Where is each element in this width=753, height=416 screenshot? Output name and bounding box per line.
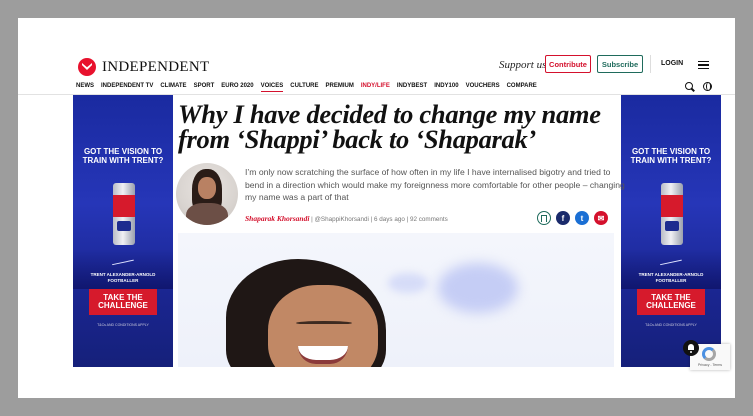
ad-headline: GOT THE VISION TO TRAIN WITH TRENT? (630, 147, 712, 165)
search-icon[interactable] (685, 82, 693, 90)
nav-item-culture[interactable]: CULTURE (290, 83, 318, 92)
nav-item-voices[interactable]: VOICES (260, 83, 284, 92)
contribute-button[interactable]: Contribute (545, 55, 591, 73)
nav-item-indy100[interactable]: INDY100 (434, 83, 458, 92)
eagle-logo-icon (78, 58, 96, 76)
ad-can-image (113, 183, 135, 245)
hero-background-shape (388, 273, 428, 293)
author-avatar[interactable] (176, 163, 238, 225)
menu-icon[interactable] (698, 61, 709, 69)
byline-meta: | @ShappiKhorsandi | 6 days ago | 92 com… (309, 216, 448, 223)
hero-image (178, 233, 614, 367)
support-us-text: Support us (499, 59, 547, 71)
main-nav: NEWS INDEPENDENT TV CLIMATE SPORT EURO 2… (76, 83, 537, 92)
recaptcha-icon (702, 347, 716, 361)
logo-text: INDEPENDENT (102, 58, 210, 75)
facebook-icon[interactable]: f (556, 211, 570, 225)
ad-right[interactable]: GOT THE VISION TO TRAIN WITH TRENT? TREN… (621, 95, 721, 367)
nav-item-indybest[interactable]: INDYBEST (397, 83, 427, 92)
ad-player-name: TRENT ALEXANDER-ARNOLD FOOTBALLER (90, 272, 156, 283)
header-divider (650, 55, 651, 73)
nav-item-compare[interactable]: COMPARE (507, 83, 537, 92)
ad-headline: GOT THE VISION TO TRAIN WITH TRENT? (82, 147, 164, 165)
ad-cta-button[interactable]: TAKE THE CHALLENGE (637, 289, 705, 315)
notification-bell-icon[interactable] (683, 340, 699, 356)
hero-background-shape (438, 263, 518, 313)
author-link[interactable]: Shaparak Khorsandi (245, 214, 309, 223)
subscribe-button[interactable]: Subscribe (597, 55, 643, 73)
byline: Shaparak Khorsandi | @ShappiKhorsandi | … (245, 214, 448, 223)
recaptcha-text: Privacy - Terms (697, 363, 723, 367)
email-icon[interactable]: ✉ (594, 211, 608, 225)
globe-icon[interactable] (703, 82, 712, 91)
article-headline: Why I have decided to change my name fro… (178, 99, 601, 154)
article-standfirst: I’m only now scratching the surface of h… (245, 167, 625, 202)
logo[interactable]: INDEPENDENT (78, 58, 209, 76)
avatar-body (186, 203, 228, 225)
twitter-icon[interactable]: t (575, 211, 589, 225)
ad-can-image (661, 183, 683, 245)
nav-item-independent-tv[interactable]: INDEPENDENT TV (101, 83, 153, 92)
nav-item-news[interactable]: NEWS (76, 83, 94, 92)
nav-item-premium[interactable]: PREMIUM (326, 83, 354, 92)
ad-terms: T&Cs AND CONDITIONS APPLY (97, 323, 149, 327)
ad-terms: T&Cs AND CONDITIONS APPLY (645, 323, 697, 327)
nav-item-climate[interactable]: CLIMATE (160, 83, 186, 92)
nav-item-vouchers[interactable]: VOUCHERS (466, 83, 500, 92)
ad-cta-button[interactable]: TAKE THE CHALLENGE (89, 289, 157, 315)
ad-left[interactable]: GOT THE VISION TO TRAIN WITH TRENT? TREN… (73, 95, 173, 367)
avatar-face (198, 177, 216, 199)
nav-item-indy-life[interactable]: INDY/LIFE (361, 83, 390, 92)
bookmark-icon[interactable] (537, 211, 551, 225)
page: INDEPENDENT Support us Contribute Subscr… (18, 18, 735, 398)
nav-item-sport[interactable]: SPORT (194, 83, 215, 92)
ad-player-name: TRENT ALEXANDER-ARNOLD FOOTBALLER (638, 272, 704, 283)
login-link[interactable]: LOGIN (661, 60, 683, 67)
nav-item-euro-2020[interactable]: EURO 2020 (221, 83, 253, 92)
hero-eyes (296, 321, 352, 325)
